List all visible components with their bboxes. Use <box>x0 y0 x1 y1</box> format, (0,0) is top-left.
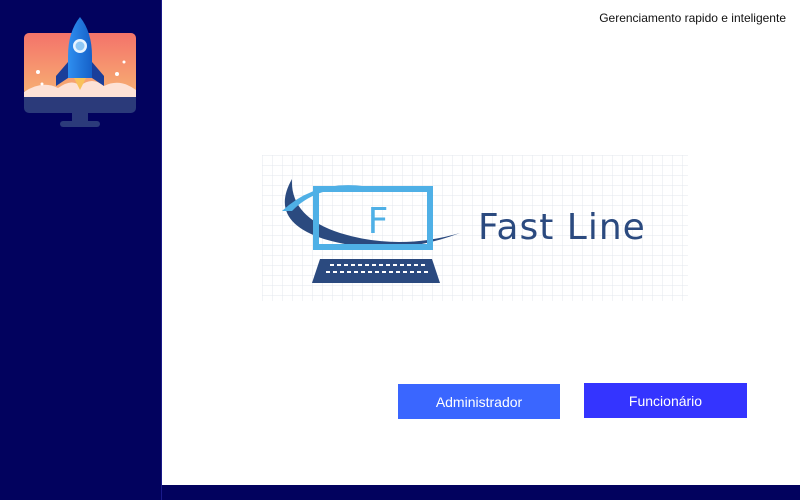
brand-name: Fast Line <box>478 207 646 248</box>
tagline: Gerenciamento rapido e inteligente <box>599 11 786 25</box>
employee-button[interactable]: Funcionário <box>584 383 747 418</box>
brand-logo: F Fast Line <box>262 155 688 301</box>
bottom-bar <box>162 485 800 500</box>
rocket-monitor-icon <box>24 17 136 127</box>
computer-swoosh-logo-icon: F <box>282 179 460 283</box>
brand-letter: F <box>368 201 389 242</box>
sidebar <box>0 0 161 500</box>
administrator-button[interactable]: Administrador <box>398 384 560 419</box>
sidebar-divider <box>161 0 162 500</box>
